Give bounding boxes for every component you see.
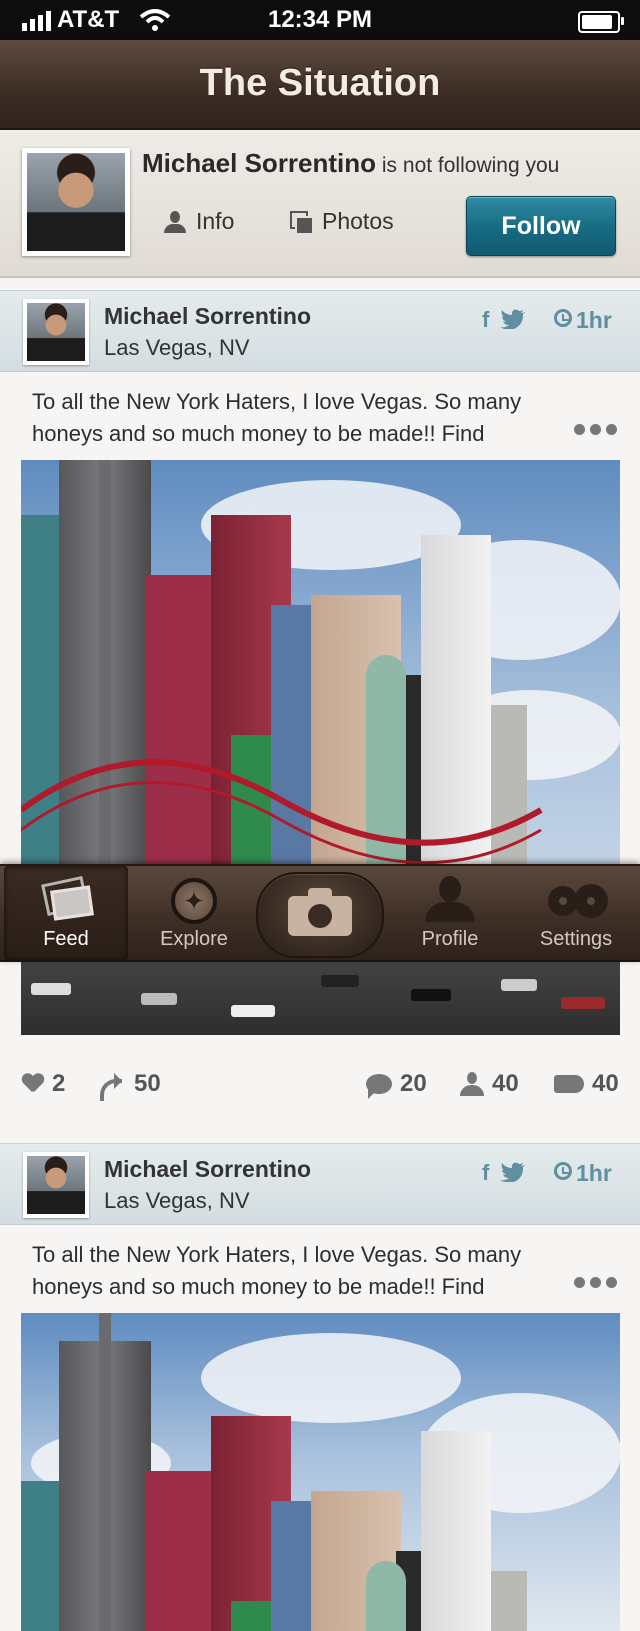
post-card: Michael Sorrentino Las Vegas, NV f 1hr T… (0, 1143, 640, 1631)
tab-info-label: Info (196, 208, 235, 234)
tags-button[interactable]: 40 (554, 1070, 619, 1098)
facebook-icon: f (482, 307, 490, 332)
post-location: Las Vegas, NV (104, 335, 250, 360)
photos-icon (290, 210, 314, 235)
post-author[interactable]: Michael Sorrentino (104, 1156, 311, 1183)
post-time: 1hr (576, 1160, 612, 1186)
tag-count: 40 (592, 1070, 619, 1097)
post-avatar[interactable] (23, 299, 89, 365)
repost-icon (98, 1073, 126, 1101)
tab-feed-label: Feed (43, 928, 89, 950)
more-options-icon[interactable] (574, 424, 617, 435)
person-icon (460, 1072, 484, 1096)
more-options-icon[interactable] (574, 1277, 617, 1288)
comments-button[interactable]: 20 (366, 1070, 427, 1099)
post-time: 1hr (576, 307, 612, 333)
battery-icon (578, 11, 624, 33)
clock-icon (554, 1162, 572, 1180)
profile-name[interactable]: Michael Sorrentino (142, 148, 376, 178)
tab-photos[interactable]: Photos (290, 208, 394, 235)
clock-icon (554, 309, 572, 327)
page-title: The Situation (199, 62, 441, 104)
heart-icon (22, 1074, 44, 1094)
profile-name-line: Michael Sorrentino is not following you (142, 148, 559, 179)
like-count: 2 (52, 1070, 66, 1097)
nav-bar: The Situation (0, 40, 640, 130)
post-header: Michael Sorrentino Las Vegas, NV f 1hr (0, 290, 640, 372)
tag-icon (554, 1075, 584, 1093)
post-photo[interactable] (21, 1313, 620, 1631)
post-actions: 2 50 20 40 40 (0, 1070, 640, 1110)
post-avatar[interactable] (23, 1152, 89, 1218)
post-header: Michael Sorrentino Las Vegas, NV f 1hr (0, 1143, 640, 1225)
tab-settings-label: Settings (539, 928, 613, 950)
camera-button[interactable] (256, 872, 384, 958)
profile-avatar[interactable] (22, 148, 130, 256)
people-count: 40 (492, 1070, 519, 1097)
twitter-icon (500, 309, 525, 329)
like-button[interactable]: 2 (22, 1070, 65, 1098)
repost-button[interactable]: 50 (98, 1070, 161, 1101)
tab-profile-label: Profile (421, 928, 479, 950)
tab-profile[interactable]: Profile (388, 866, 512, 960)
profile-icon (425, 876, 475, 922)
post-text: To all the New York Haters, I love Vegas… (32, 389, 522, 446)
status-bar: AT&T 12:34 PM (0, 0, 640, 40)
repost-count: 50 (134, 1070, 161, 1097)
gears-icon (546, 880, 608, 920)
camera-icon (288, 888, 352, 936)
facebook-icon: f (482, 1160, 490, 1185)
post-location: Las Vegas, NV (104, 1188, 250, 1213)
tab-explore[interactable]: Explore (132, 866, 256, 960)
twitter-icon (500, 1162, 525, 1182)
post-text: To all the New York Haters, I love Vegas… (32, 1242, 522, 1299)
follow-status: is not following you (381, 154, 560, 177)
tab-feed[interactable]: Feed (4, 866, 128, 960)
user-icon (164, 210, 186, 233)
status-time: 12:34 PM (267, 6, 373, 33)
compass-icon (171, 878, 217, 924)
comment-count: 20 (400, 1070, 427, 1097)
follow-button[interactable]: Follow (466, 196, 616, 256)
tab-info[interactable]: Info (164, 208, 234, 235)
comment-icon (366, 1074, 392, 1099)
tab-photos-label: Photos (322, 208, 394, 234)
tab-bar: Feed Explore Profile Settings (0, 864, 640, 962)
tab-explore-label: Explore (160, 928, 228, 950)
feed-icon (44, 880, 88, 914)
post-author[interactable]: Michael Sorrentino (104, 303, 311, 330)
post-card: Michael Sorrentino Las Vegas, NV f 1hr T… (0, 290, 640, 1110)
people-button[interactable]: 40 (460, 1070, 519, 1098)
tab-settings[interactable]: Settings (514, 866, 638, 960)
